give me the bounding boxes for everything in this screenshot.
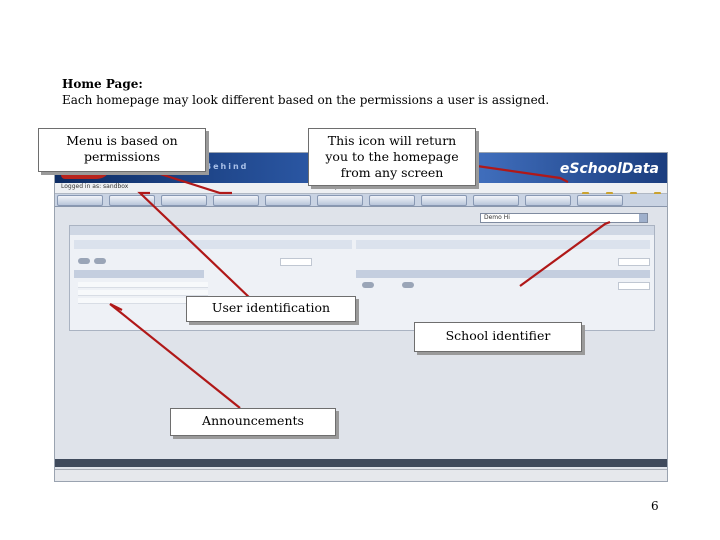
callout-user-identification-text: User identification [211, 300, 331, 315]
callout-school-identifier-text: School identifier [445, 328, 551, 343]
callout-announcements-text: Announcements [202, 413, 304, 428]
page-number: 6 [651, 499, 659, 513]
callout-user-identification: User identification [186, 296, 356, 322]
callout-school-identifier: School identifier [414, 322, 582, 352]
callout-home-icon: This icon will return you to the homepag… [308, 128, 476, 186]
callout-announcements: Announcements [170, 408, 336, 436]
callout-menu-text: Menu is based on permissions [66, 133, 178, 164]
pointer-user [137, 191, 253, 301]
pointer-home [469, 163, 569, 183]
callout-menu: Menu is based on permissions [38, 128, 206, 172]
callout-pointers [109, 163, 611, 409]
pointer-school [519, 220, 611, 287]
callout-home-icon-text: This icon will return you to the homepag… [325, 133, 459, 180]
